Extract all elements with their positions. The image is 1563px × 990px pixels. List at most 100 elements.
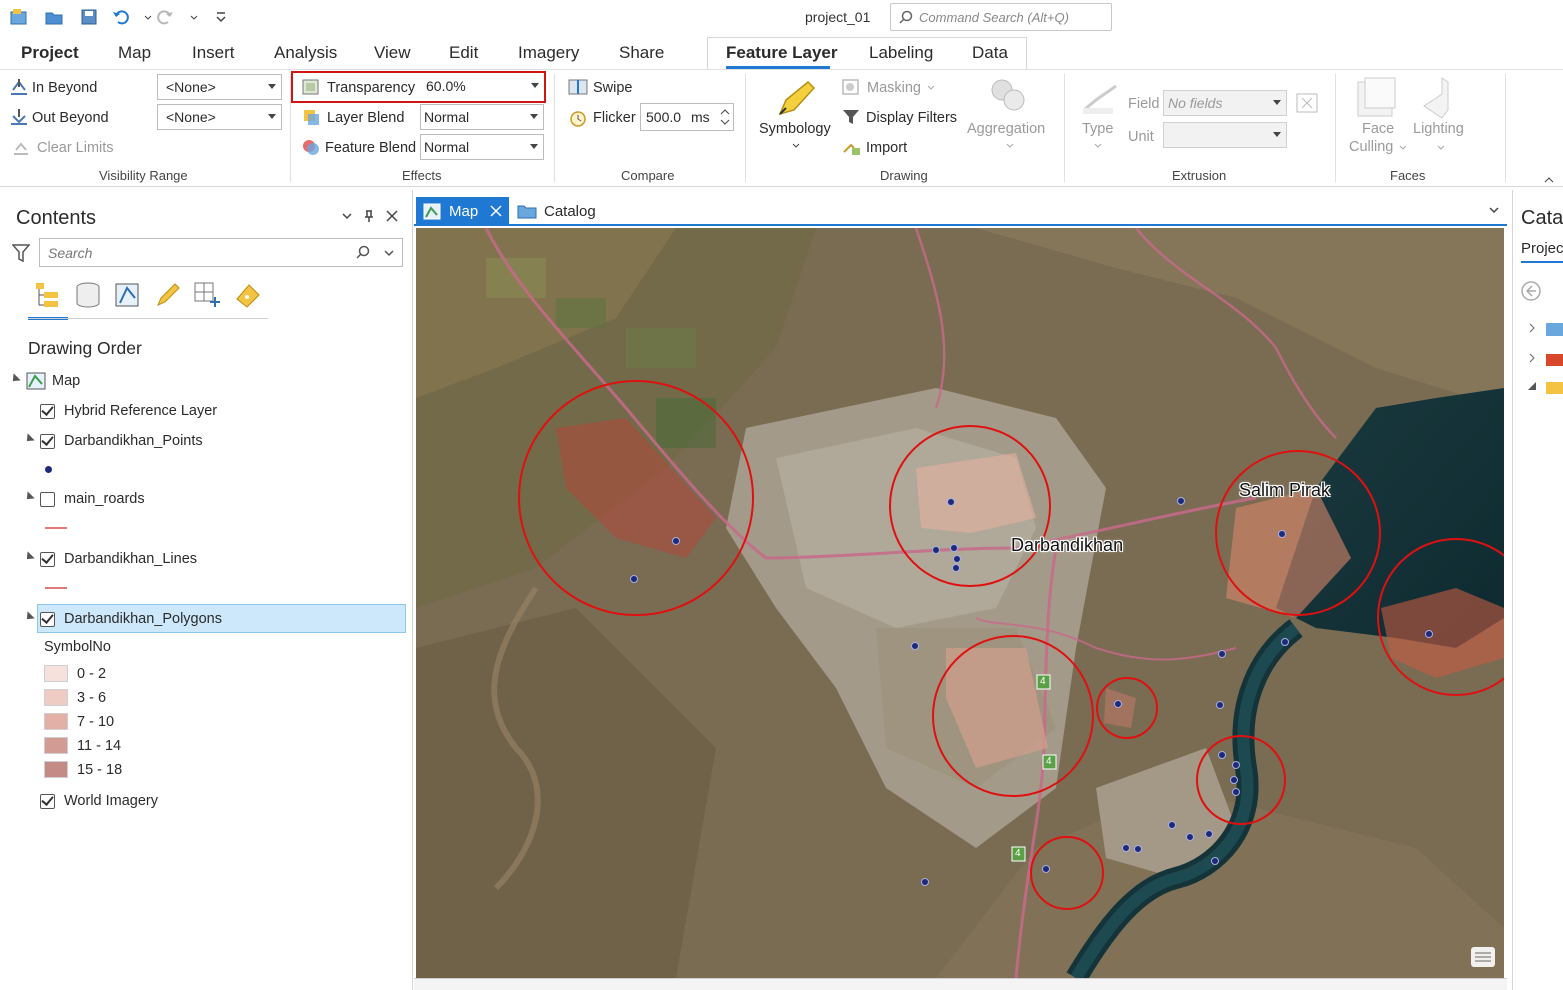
aggregation-button[interactable]: Aggregation	[967, 121, 1045, 137]
display-filters-button[interactable]: Display Filters	[866, 110, 957, 126]
chevron-down-icon	[268, 84, 276, 89]
route-shield-label: 4	[1046, 756, 1052, 767]
expand-arrow-icon[interactable]	[1528, 353, 1536, 363]
in-beyond-button[interactable]: In Beyond	[32, 80, 97, 96]
world-imagery-checkbox[interactable]	[40, 794, 55, 809]
lighting-button[interactable]: Lighting	[1413, 121, 1464, 137]
tab-view[interactable]: View	[374, 43, 411, 63]
pin-icon[interactable]	[363, 209, 375, 223]
layer-hybrid-reference[interactable]: Hybrid Reference Layer	[64, 403, 217, 419]
save-icon[interactable]	[79, 8, 99, 26]
close-icon[interactable]	[385, 209, 399, 223]
extrusion-field-select[interactable]: No fields	[1163, 90, 1287, 116]
extrusion-type-button[interactable]: Type	[1082, 121, 1113, 137]
close-icon[interactable]	[490, 205, 502, 217]
map-item[interactable]: Map	[52, 373, 80, 389]
search-icon	[899, 10, 913, 24]
search-icon[interactable]	[355, 245, 371, 261]
masking-button[interactable]: Masking	[867, 80, 921, 96]
transparency-input[interactable]: 60.0%	[420, 74, 544, 100]
hybrid-reference-checkbox[interactable]	[40, 404, 55, 419]
swipe-icon	[568, 79, 588, 95]
map-icon	[26, 372, 46, 390]
list-by-source-icon[interactable]	[74, 281, 102, 309]
tab-catalog-view[interactable]: Catalog	[544, 203, 596, 220]
list-by-drawing-order-icon[interactable]	[34, 281, 64, 309]
catalog-pane-title: Catal	[1521, 207, 1563, 229]
list-by-snapping-icon[interactable]	[193, 281, 223, 309]
extrusion-unit-select[interactable]	[1163, 122, 1287, 148]
list-by-editing-icon[interactable]	[154, 281, 182, 309]
masking-icon	[842, 79, 859, 95]
tab-edit[interactable]: Edit	[449, 43, 478, 63]
tab-feature-layer[interactable]: Feature Layer	[726, 43, 838, 63]
redo-dropdown-icon[interactable]	[184, 8, 198, 26]
collapse-ribbon-icon[interactable]	[1543, 176, 1555, 184]
back-icon[interactable]	[1520, 280, 1542, 302]
feature-blend-value: Normal	[424, 139, 470, 155]
out-beyond-icon	[11, 109, 27, 125]
command-search-input[interactable]: Command Search (Alt+Q)	[890, 3, 1112, 31]
layer-blend-label: Layer Blend	[327, 110, 405, 126]
legend-class-label: 7 - 10	[77, 714, 115, 730]
layer-darbandikhan-polygons[interactable]: Darbandikhan_Polygons	[64, 611, 222, 627]
face-culling-label-line1[interactable]: Face	[1362, 121, 1394, 137]
in-beyond-scale-select[interactable]: <None>	[157, 74, 282, 100]
layer-darbandikhan-points[interactable]: Darbandikhan_Points	[64, 433, 203, 449]
catalog-project-tab[interactable]: Projec	[1521, 240, 1563, 257]
group-extrusion: Extrusion	[1172, 168, 1227, 183]
chevron-down-icon	[530, 114, 538, 119]
project-title: project_01	[805, 9, 871, 25]
list-by-selection-icon[interactable]	[114, 281, 142, 309]
tab-data[interactable]: Data	[972, 43, 1008, 63]
symbology-button[interactable]: Symbology	[759, 121, 831, 137]
tab-insert[interactable]: Insert	[192, 43, 235, 63]
clear-limits-button[interactable]: Clear Limits	[37, 140, 114, 156]
chevron-down-icon[interactable]	[341, 211, 353, 221]
expand-arrow-icon[interactable]	[1528, 323, 1536, 333]
face-culling-button[interactable]: Culling	[1349, 139, 1393, 155]
customize-toolbar-icon[interactable]	[211, 8, 226, 26]
place-label-darbandikhan: Darbandikhan	[1011, 535, 1124, 555]
flicker-interval-input[interactable]: 500.0 ms	[640, 103, 734, 131]
layer-main-roards[interactable]: main_roards	[64, 491, 145, 507]
tab-project[interactable]: Project	[21, 43, 79, 63]
polygons-layer-checkbox[interactable]	[40, 612, 55, 627]
clear-limits-icon	[14, 142, 28, 155]
swipe-button[interactable]: Swipe	[593, 80, 633, 96]
contents-search-input[interactable]: Search	[39, 238, 403, 267]
out-beyond-button[interactable]: Out Beyond	[32, 110, 109, 126]
flicker-button[interactable]: Flicker	[593, 110, 636, 126]
roads-layer-checkbox[interactable]	[40, 492, 55, 507]
collapse-arrow-icon[interactable]	[1527, 382, 1537, 392]
new-project-icon[interactable]	[9, 8, 29, 26]
redo-icon[interactable]	[155, 8, 175, 26]
lines-layer-checkbox[interactable]	[40, 552, 55, 567]
chevron-down-icon[interactable]	[1488, 205, 1500, 215]
in-beyond-value: <None>	[166, 79, 216, 95]
aggregation-icon	[991, 79, 1025, 111]
expression-icon[interactable]	[1296, 93, 1318, 113]
layer-blend-select[interactable]: Normal	[420, 104, 544, 130]
filter-icon[interactable]	[12, 243, 30, 263]
layer-darbandikhan-lines[interactable]: Darbandikhan_Lines	[64, 551, 197, 567]
layer-world-imagery[interactable]: World Imagery	[64, 793, 158, 809]
undo-icon[interactable]	[111, 8, 131, 26]
import-button[interactable]: Import	[866, 140, 907, 156]
out-beyond-scale-select[interactable]: <None>	[157, 104, 282, 130]
tab-share[interactable]: Share	[619, 43, 664, 63]
map-overview-icon[interactable]	[1470, 946, 1496, 968]
tab-labeling[interactable]: Labeling	[869, 43, 933, 63]
tab-analysis[interactable]: Analysis	[274, 43, 337, 63]
feature-blend-select[interactable]: Normal	[420, 134, 544, 160]
chevron-down-icon[interactable]	[383, 248, 395, 258]
spinner-icon[interactable]	[719, 106, 731, 128]
tab-map-view[interactable]: Map	[416, 197, 509, 226]
tab-map[interactable]: Map	[118, 43, 151, 63]
tab-imagery[interactable]: Imagery	[518, 43, 579, 63]
open-project-icon[interactable]	[44, 8, 64, 26]
list-by-labeling-icon[interactable]	[233, 281, 263, 309]
map-view[interactable]: Darbandikhan Salim Pirak 4 4 4	[416, 228, 1504, 978]
points-layer-checkbox[interactable]	[40, 434, 55, 449]
undo-dropdown-icon[interactable]	[138, 8, 152, 26]
